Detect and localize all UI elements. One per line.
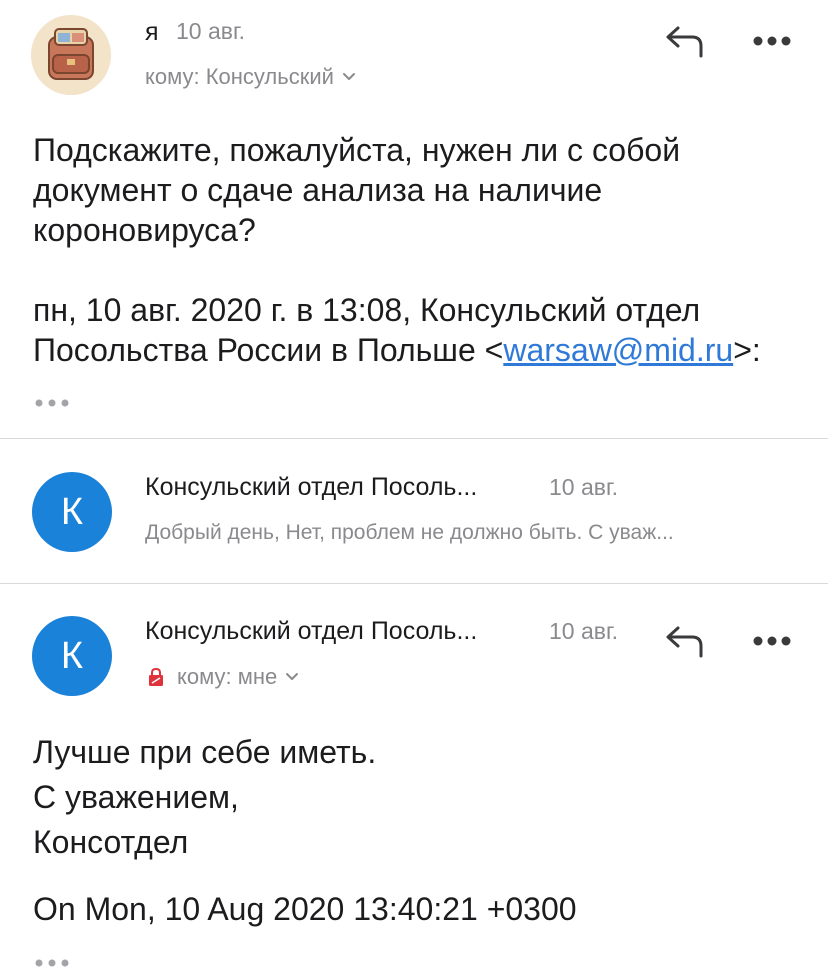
body-line: документ о сдаче анализа на наличие [33,172,603,208]
message-2[interactable]: К Консульский отдел Посоль... 10 авг. До… [0,439,828,583]
more-dots-icon[interactable] [752,35,792,47]
recipient-toggle[interactable]: кому: мне [147,664,299,690]
body-line: С уважением, [33,779,239,815]
quote-line-2: Посольства России в Польше <warsaw@mid.r… [33,330,803,370]
message-3: К Консульский отдел Посоль... 10 авг. ко… [0,584,828,970]
body-line: Консотдел [33,824,189,860]
quote-header: On Mon, 10 Aug 2020 13:40:21 +0300 [33,889,803,929]
email-link[interactable]: warsaw@mid.ru [503,332,733,368]
chevron-down-icon [286,673,299,680]
sender-name: я [145,18,159,46]
sender-name: Консульский отдел Посоль... [145,473,478,501]
quote-suffix: >: [733,332,761,368]
recipient-name: Консульский [205,64,334,89]
quote-line: On Mon, 10 Aug 2020 13:40:21 +0300 [33,891,577,927]
show-quoted-ellipsis-icon[interactable] [34,958,70,968]
sender-avatar[interactable] [31,15,111,95]
message-date: 10 авг. [549,474,618,500]
sender-name: Консульский отдел Посоль... [145,617,478,645]
reply-arrow-icon[interactable] [664,24,706,60]
message-1: я 10 авг. кому: Консульский Подскажите, … [0,0,828,440]
show-quoted-ellipsis-icon[interactable] [34,398,70,408]
sender-avatar[interactable]: К [32,616,112,696]
body-line: Лучше при себе иметь. [33,734,377,770]
message-date: 10 авг. [549,618,618,644]
message-date: 10 авг. [176,18,245,44]
red-lock-icon [149,667,163,686]
quote-header: пн, 10 авг. 2020 г. в 13:08, Консульский… [33,290,803,370]
backpack-avatar-image [31,15,111,95]
body-line: Подскажите, пожалуйста, нужен ли с собой [33,132,681,168]
message-preview: Добрый день, Нет, проблем не должно быть… [145,521,674,544]
reply-arrow-icon[interactable] [664,624,706,660]
recipient-name: мне [237,664,278,689]
chevron-down-icon [342,73,355,80]
message-body: Подскажите, пожалуйста, нужен ли с собой… [33,130,803,250]
quote-line: пн, 10 авг. 2020 г. в 13:08, Консульский… [33,292,701,328]
body-line: короновируса? [33,212,256,248]
message-body: Лучше при себе иметь. С уважением, Консо… [33,730,803,865]
recipient-prefix: кому: [145,64,200,89]
recipient-toggle[interactable]: кому: Консульский [145,64,356,90]
more-dots-icon[interactable] [752,635,792,647]
recipient-prefix: кому: [177,664,232,689]
quote-prefix: Посольства России в Польше < [33,332,504,368]
sender-avatar[interactable]: К [32,472,112,552]
